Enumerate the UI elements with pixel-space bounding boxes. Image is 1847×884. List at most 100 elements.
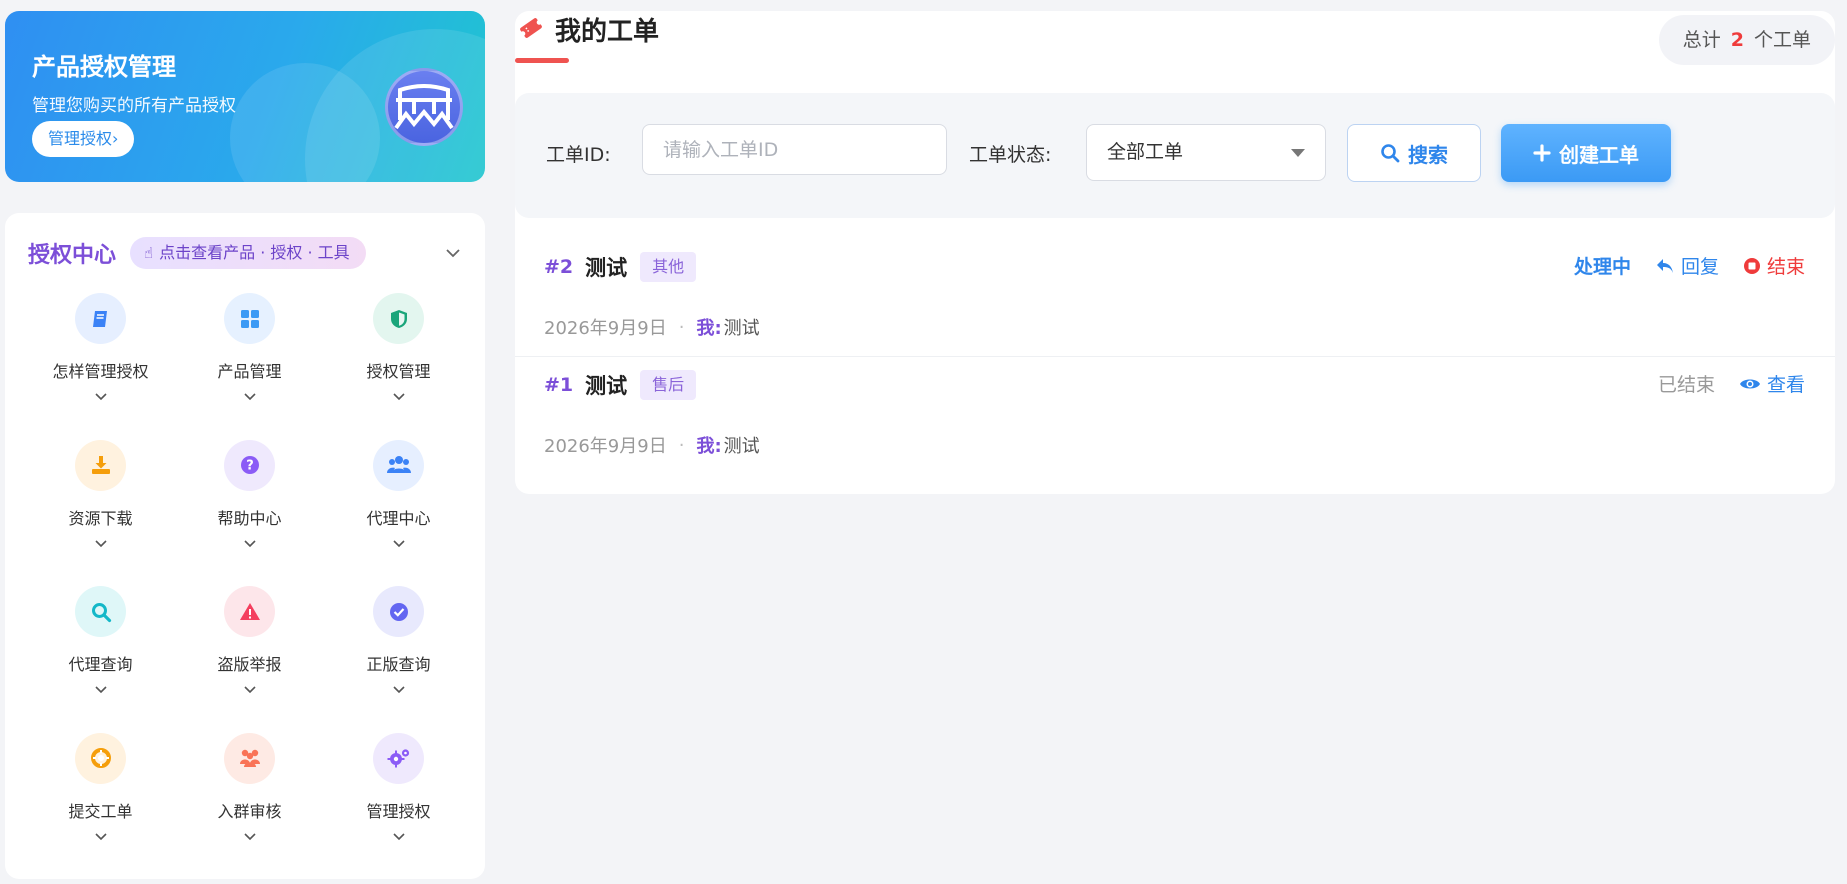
ticket-author-label: 我:: [696, 436, 722, 457]
collapse-chevron-icon[interactable]: [443, 243, 463, 263]
auth-center-item-label: 正版查询: [366, 655, 431, 674]
book-icon: [75, 293, 126, 344]
reply-button[interactable]: 回复: [1655, 252, 1719, 279]
auth-center-item[interactable]: 代理查询: [26, 586, 175, 733]
ticket-status-label: 工单状态:: [969, 144, 1052, 166]
my-tickets-panel: 我的工单 总计 2 个工单 工单ID: 工单状态: 全部工单 搜索 创建工单 #2 …: [515, 11, 1835, 494]
auth-center-item[interactable]: 代理中心: [324, 439, 473, 587]
chevron-down-icon[interactable]: [392, 826, 405, 845]
auth-center-item[interactable]: 正版查询: [324, 586, 473, 733]
ticket-name: 测试: [585, 374, 628, 398]
ticket-tag-icon: [517, 14, 545, 46]
chevron-down-icon[interactable]: [392, 679, 405, 698]
ticket-status: 处理中: [1573, 256, 1631, 278]
ticket-id: #2: [544, 256, 574, 278]
auth-center-item-label: 代理中心: [366, 508, 431, 528]
users-icon: [373, 439, 424, 491]
chevron-down-icon[interactable]: [94, 533, 107, 552]
chevron-down-icon[interactable]: [243, 386, 256, 405]
caret-down-icon: [1291, 149, 1305, 157]
download-icon: [75, 439, 126, 491]
ticket-date: 2026年9月9日: [544, 436, 667, 457]
ticket-total-badge: 总计 2 个工单: [1658, 15, 1835, 65]
separator-dot: ·: [678, 434, 685, 456]
filter-bar: 工单ID: 工单状态: 全部工单 搜索 创建工单: [515, 93, 1835, 218]
chevron-down-icon[interactable]: [392, 386, 405, 405]
ticket-status-select[interactable]: 全部工单: [1086, 124, 1326, 181]
eye-icon: [1739, 379, 1760, 388]
auth-center-grid: 怎样管理授权 产品管理 授权管理资源下载 ? 帮助中心 代理中心代理查询 盗版举报 正版查询提…: [5, 293, 485, 879]
search-icon: [1381, 144, 1400, 163]
auth-center-item[interactable]: 产品管理: [175, 293, 324, 440]
ticket-name: 测试: [585, 256, 628, 280]
plus-icon: [1533, 144, 1551, 162]
auth-center-item[interactable]: 管理授权: [324, 732, 473, 880]
auth-center-item[interactable]: 资源下载: [26, 439, 175, 587]
chevron-down-icon[interactable]: [94, 679, 107, 698]
stop-circle-icon: [1743, 257, 1760, 274]
ticket-id: #1: [544, 374, 574, 396]
reply-label: 回复: [1680, 256, 1719, 278]
search-icon: [75, 586, 126, 637]
auth-center-item-label: 资源下载: [68, 508, 133, 528]
view-ticket-button[interactable]: 查看: [1739, 370, 1805, 397]
auth-center-item-label: 盗版举报: [217, 655, 282, 674]
auth-center-item[interactable]: 授权管理: [324, 293, 473, 440]
reply-icon: [1656, 258, 1673, 273]
close-ticket-button[interactable]: 结束: [1743, 252, 1805, 279]
total-suffix: 个工单: [1753, 29, 1811, 51]
chevron-down-icon[interactable]: [94, 826, 107, 845]
auth-center-item-label: 管理授权: [366, 801, 431, 821]
group-icon: [224, 732, 275, 784]
create-ticket-button[interactable]: 创建工单: [1501, 124, 1671, 182]
svg-text:?: ?: [246, 459, 254, 474]
question-icon: ?: [224, 439, 275, 491]
total-prefix: 总计: [1682, 29, 1721, 51]
auth-center-item[interactable]: 提交工单: [26, 732, 175, 880]
chevron-down-icon[interactable]: [243, 826, 256, 845]
check-circle-icon: [373, 586, 424, 637]
pointer-hand-icon: ☝: [144, 244, 154, 262]
chevron-down-icon[interactable]: [243, 533, 256, 552]
grid-icon: [224, 293, 275, 344]
ticket-row: #2 测试 其他 2026年9月9日 · 我: 测试 处理中 回复 结束: [515, 239, 1835, 357]
chevron-down-icon[interactable]: [243, 679, 256, 698]
ticket-id-input[interactable]: [642, 124, 947, 175]
close-ticket-label: 结束: [1766, 256, 1805, 278]
ticket-author-label: 我:: [696, 318, 722, 339]
gears-icon: [373, 732, 424, 784]
auth-center-item-label: 产品管理: [217, 362, 282, 381]
ticket-row: #1 测试 售后 2026年9月9日 · 我: 测试 已结束 查看: [515, 357, 1835, 475]
auth-center-item[interactable]: 怎样管理授权: [26, 293, 175, 440]
search-button-label: 搜索: [1408, 142, 1448, 167]
auth-center-item-label: 怎样管理授权: [52, 362, 149, 381]
auth-center-header: 授权中心 ☝ 点击查看产品 · 授权 · 工具: [28, 237, 366, 269]
ticket-category-badge: 售后: [640, 370, 697, 400]
auth-center-item-label: 入群审核: [217, 801, 282, 821]
auth-center-hint-chip[interactable]: ☝ 点击查看产品 · 授权 · 工具: [130, 237, 366, 269]
shield-icon: [373, 293, 424, 344]
auth-center-item[interactable]: 入群审核: [175, 732, 324, 880]
auth-center-item[interactable]: ? 帮助中心: [175, 439, 324, 587]
brand-logo-icon: [385, 68, 463, 146]
search-button[interactable]: 搜索: [1347, 124, 1481, 182]
page-title: 我的工单: [555, 17, 660, 47]
auth-center-item-label: 提交工单: [68, 801, 133, 821]
total-count: 2: [1730, 29, 1744, 51]
chevron-down-icon[interactable]: [392, 533, 405, 552]
manage-license-button[interactable]: 管理授权›: [32, 121, 135, 157]
warning-icon: [224, 586, 275, 637]
ticket-category-badge: 其他: [640, 252, 697, 282]
title-underline: [515, 58, 569, 63]
chevron-down-icon[interactable]: [94, 386, 107, 405]
hint-chip-label: 点击查看产品 · 授权 · 工具: [159, 243, 350, 262]
ticket-date: 2026年9月9日: [544, 318, 667, 339]
create-ticket-label: 创建工单: [1559, 142, 1639, 167]
lifebuoy-icon: [75, 732, 126, 784]
ticket-status: 已结束: [1657, 374, 1715, 396]
ticket-message: 测试: [723, 318, 760, 339]
separator-dot: ·: [678, 316, 685, 338]
auth-center-item[interactable]: 盗版举报: [175, 586, 324, 733]
auth-center-item-label: 代理查询: [68, 655, 133, 674]
ticket-message: 测试: [723, 436, 760, 457]
